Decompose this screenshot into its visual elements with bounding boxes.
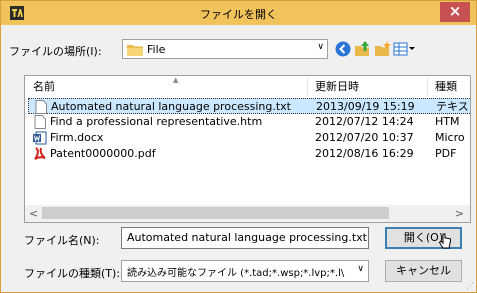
scroll-left-icon[interactable]: <: [29, 207, 38, 220]
file-date: 2012/07/20 10:37: [315, 131, 414, 144]
close-button[interactable]: ×: [440, 2, 470, 22]
filename-input[interactable]: Automated natural language processing.tx…: [121, 227, 369, 249]
new-folder-icon[interactable]: [374, 40, 392, 58]
column-header-type[interactable]: 種類: [435, 76, 457, 98]
view-menu-icon[interactable]: [393, 40, 417, 58]
resize-grip-icon[interactable]: ⋰: [466, 281, 474, 290]
file-date: 2013/09/19 15:19: [316, 100, 415, 113]
file-name: Patent0000000.pdf: [50, 147, 156, 160]
horizontal-scrollbar[interactable]: < >: [25, 205, 470, 222]
column-divider[interactable]: [427, 78, 428, 96]
file-date: 2012/07/12 14:24: [315, 115, 414, 128]
chevron-down-icon[interactable]: ∨: [357, 264, 364, 274]
filename-label: ファイル名(N):: [24, 234, 100, 247]
back-icon[interactable]: [334, 40, 352, 58]
file-list[interactable]: ▲ 名前 更新日時 種類 Automated natural language …: [24, 75, 471, 223]
file-name: Find a professional representative.htm: [50, 115, 263, 128]
chevron-down-icon[interactable]: ∨: [317, 42, 324, 52]
title-bar[interactable]: ファイルを開く ×: [1, 1, 476, 25]
file-type-dropdown[interactable]: 読み込み可能なファイル (*.tad;*.wsp;*.lvp;*.l\ ∨: [121, 260, 369, 282]
html-file-icon: [34, 115, 46, 129]
folder-icon: [127, 45, 143, 56]
cancel-button[interactable]: キャンセル: [385, 260, 462, 282]
hand-pointer-icon: [438, 233, 451, 249]
column-divider[interactable]: [307, 78, 308, 96]
file-type: Micro: [435, 131, 465, 144]
pdf-file-icon: [34, 147, 46, 160]
window-title: ファイルを開く: [200, 8, 277, 21]
file-date: 2012/08/16 16:29: [315, 147, 414, 160]
open-file-dialog: ファイルを開く × ファイルの場所(I): File ∨ ▲ 名前 更新日時 種…: [0, 0, 477, 293]
column-header-date[interactable]: 更新日時: [315, 76, 359, 98]
location-label: ファイルの場所(I):: [9, 45, 102, 58]
file-type-value: 読み込み可能なファイル (*.tad;*.wsp;*.lvp;*.l\: [127, 268, 345, 279]
word-doc-icon: [33, 131, 47, 145]
file-type-label: ファイルの種類(T):: [24, 267, 121, 280]
location-dropdown[interactable]: File ∨: [122, 39, 328, 59]
text-file-icon: [35, 100, 47, 114]
file-name: Automated natural language processing.tx…: [51, 100, 291, 113]
sort-ascending-icon: ▲: [173, 76, 179, 84]
column-header-name[interactable]: 名前: [33, 76, 55, 98]
file-row-3[interactable]: Patent0000000.pdf 2012/08/16 16:29 PDF: [28, 146, 470, 162]
file-type: PDF: [435, 147, 457, 160]
scroll-right-icon[interactable]: >: [455, 207, 464, 220]
scrollbar-thumb[interactable]: [42, 207, 389, 219]
file-type: テキス: [436, 100, 469, 113]
file-type: HTM: [435, 115, 460, 128]
file-name: Firm.docx: [50, 131, 104, 144]
location-value: File: [147, 43, 166, 56]
file-row-2[interactable]: Firm.docx 2012/07/20 10:37 Micro: [28, 130, 470, 146]
file-row-0[interactable]: Automated natural language processing.tx…: [28, 98, 470, 114]
file-row-1[interactable]: Find a professional representative.htm 2…: [28, 114, 470, 130]
up-folder-icon[interactable]: [354, 40, 372, 58]
